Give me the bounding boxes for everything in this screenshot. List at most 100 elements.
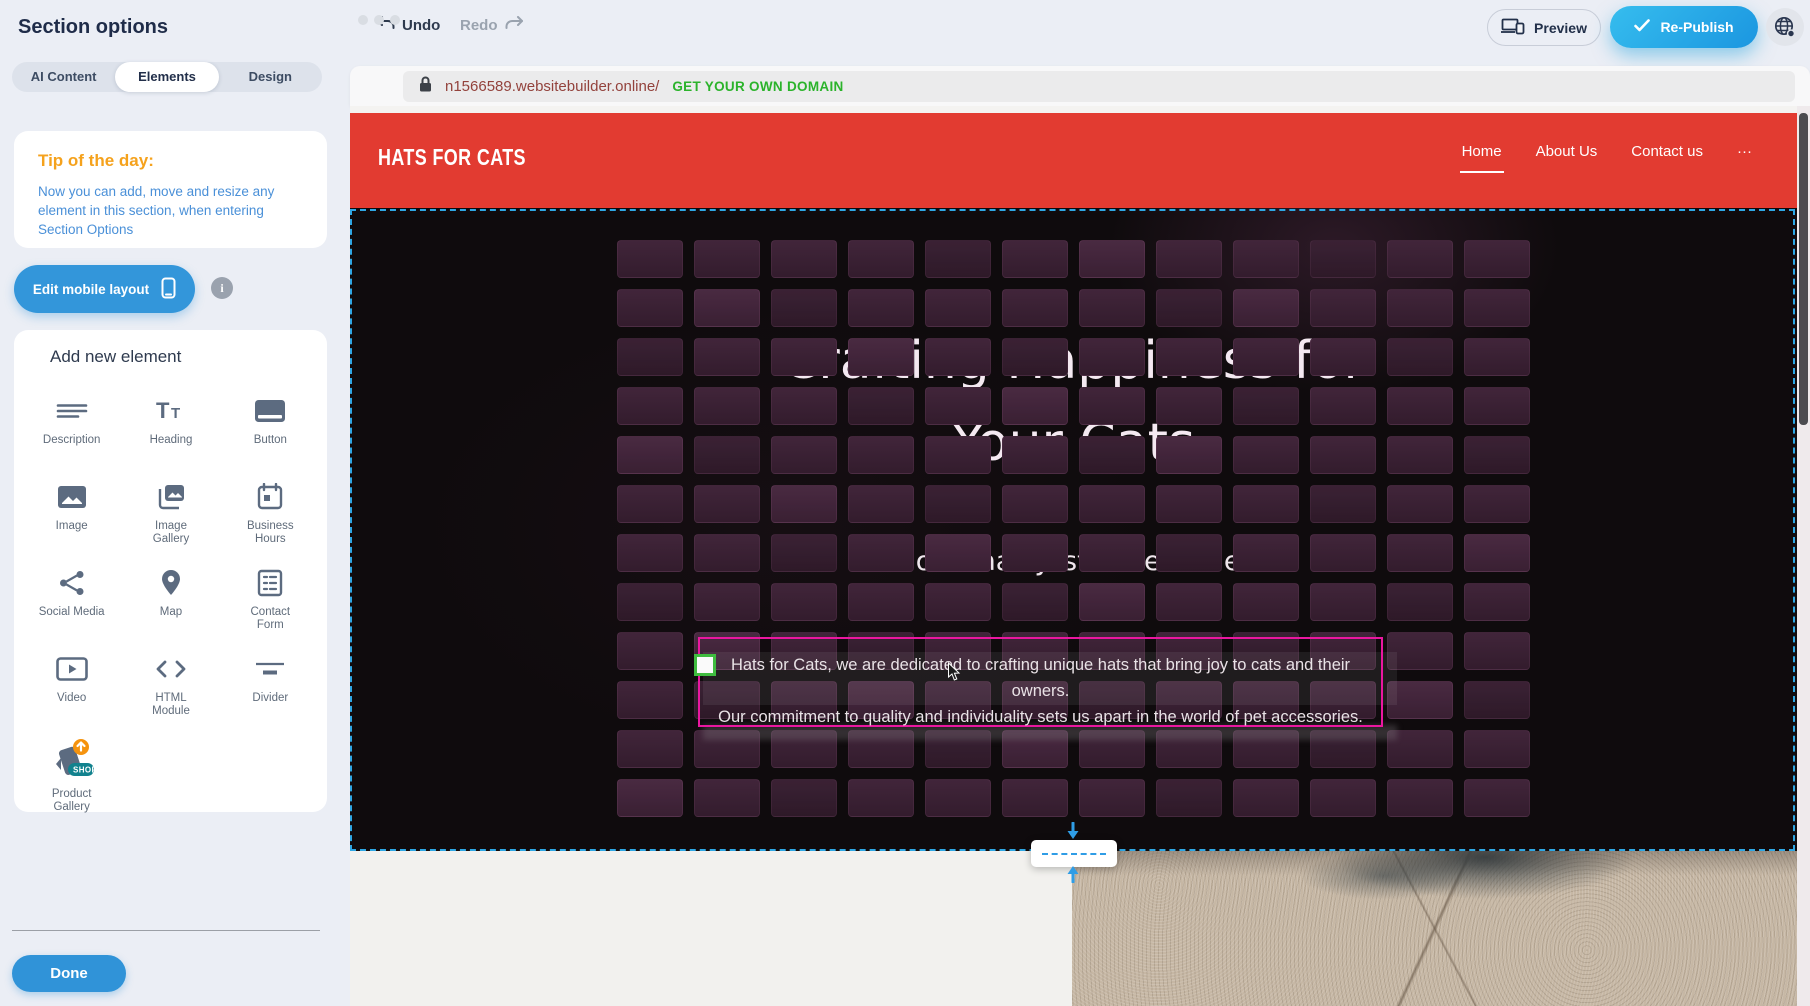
- hero-tile: [925, 240, 991, 278]
- hero-tile: [771, 779, 837, 817]
- hero-tile: [1002, 240, 1068, 278]
- add-element-social-media[interactable]: Social Media: [22, 560, 121, 646]
- hero-tile: [1464, 289, 1530, 327]
- hero-tile: [1233, 338, 1299, 376]
- video-icon: [56, 652, 88, 686]
- republish-button[interactable]: Re-Publish: [1610, 6, 1758, 48]
- add-element-heading[interactable]: TT Heading: [121, 388, 220, 474]
- add-element-business-hours[interactable]: Business Hours: [221, 474, 320, 560]
- hero-tile: [1079, 485, 1145, 523]
- preview-button[interactable]: Preview: [1487, 9, 1601, 46]
- hero-tile: [694, 387, 760, 425]
- hero-tile: [1079, 387, 1145, 425]
- address-bar: n1566589.websitebuilder.online/ GET YOUR…: [403, 71, 1795, 102]
- add-element-video[interactable]: Video: [22, 646, 121, 732]
- site-logo[interactable]: HATS FOR CATS: [378, 144, 526, 171]
- arrow-up-icon: [1065, 864, 1081, 888]
- hero-tile: [848, 534, 914, 572]
- hero-section[interactable]: Crafting Happiness for Your Cats More th…: [350, 208, 1797, 851]
- add-element-contact-form[interactable]: Contact Form: [221, 560, 320, 646]
- element-drag-handle[interactable]: [694, 654, 716, 676]
- globe-button[interactable]: [1766, 8, 1804, 46]
- hero-tile: [1464, 485, 1530, 523]
- add-element-divider[interactable]: Divider: [221, 646, 320, 732]
- globe-icon: [1773, 15, 1797, 39]
- hero-tile: [1079, 338, 1145, 376]
- tab-elements[interactable]: Elements: [115, 62, 218, 92]
- republish-label: Re-Publish: [1660, 19, 1733, 35]
- nav-more[interactable]: ···: [1737, 143, 1752, 160]
- hero-tile: [1464, 338, 1530, 376]
- site-header: HATS FOR CATS Home About Us Contact us ·…: [350, 113, 1797, 208]
- hero-tile: [1387, 240, 1453, 278]
- svg-text:SHOP: SHOP: [73, 766, 96, 775]
- tab-design[interactable]: Design: [219, 62, 322, 92]
- hero-tile: [1156, 240, 1222, 278]
- hero-tile: [694, 779, 760, 817]
- hero-tile: [1079, 779, 1145, 817]
- hero-tile: [771, 289, 837, 327]
- nav-about-us[interactable]: About Us: [1536, 143, 1598, 160]
- hero-tile: [1079, 583, 1145, 621]
- product-gallery-icon: SHOP: [48, 738, 96, 782]
- hero-tile: [1387, 485, 1453, 523]
- scrollbar-thumb[interactable]: [1799, 113, 1808, 425]
- get-domain-link[interactable]: GET YOUR OWN DOMAIN: [672, 79, 843, 94]
- hero-tile: [771, 338, 837, 376]
- add-element-button[interactable]: Button: [221, 388, 320, 474]
- hero-tile: [1387, 338, 1453, 376]
- hero-tile: [1464, 534, 1530, 572]
- add-element-title: Add new element: [50, 347, 181, 367]
- add-element-description[interactable]: Description: [22, 388, 121, 474]
- arrow-down-icon: [1065, 822, 1081, 846]
- hero-tile: [617, 534, 683, 572]
- hero-tile: [925, 436, 991, 474]
- app-window: Section options Undo Redo Preview Re-Pub…: [0, 0, 1810, 1006]
- hero-tile: [771, 583, 837, 621]
- hero-tile: [848, 338, 914, 376]
- window-dot-2: [374, 15, 384, 25]
- hero-tile: [1079, 436, 1145, 474]
- hero-tile: [848, 485, 914, 523]
- hero-tile: [694, 289, 760, 327]
- description-icon: [56, 394, 88, 428]
- hero-tile: [1464, 632, 1530, 670]
- add-element-html-module[interactable]: HTML Module: [121, 646, 220, 732]
- hero-tile: [1310, 338, 1376, 376]
- hero-tile: [1233, 387, 1299, 425]
- selected-text-element[interactable]: Hats for Cats, we are dedicated to craft…: [698, 637, 1383, 727]
- hero-tile: [848, 583, 914, 621]
- add-element-product-gallery[interactable]: SHOP Product Gallery: [22, 732, 121, 818]
- redo-icon: [505, 16, 524, 34]
- window-dot-1: [358, 15, 368, 25]
- hero-tile: [617, 289, 683, 327]
- hero-tile: [1233, 436, 1299, 474]
- hero-tile: [925, 485, 991, 523]
- hero-tile: [1464, 730, 1530, 768]
- hero-tile: [1156, 387, 1222, 425]
- hero-tile: [848, 779, 914, 817]
- redo-button[interactable]: Redo: [456, 14, 528, 36]
- tip-body: Now you can add, move and resize any ele…: [38, 182, 306, 239]
- hero-tile: [1464, 681, 1530, 719]
- add-element-image-gallery[interactable]: Image Gallery: [121, 474, 220, 560]
- hero-tile: [1002, 387, 1068, 425]
- edit-mobile-label: Edit mobile layout: [33, 282, 149, 297]
- edit-mobile-layout-button[interactable]: Edit mobile layout: [14, 265, 195, 313]
- hero-tile: [1233, 534, 1299, 572]
- done-button[interactable]: Done: [12, 955, 126, 992]
- hero-tile: [617, 436, 683, 474]
- tab-ai-content[interactable]: AI Content: [12, 62, 115, 92]
- hero-tile: [848, 289, 914, 327]
- hero-tile: [1156, 534, 1222, 572]
- hero-tile: [1387, 779, 1453, 817]
- add-element-map[interactable]: Map: [121, 560, 220, 646]
- hero-tile: [1310, 240, 1376, 278]
- nav-home[interactable]: Home: [1462, 143, 1502, 160]
- hero-tile: [848, 387, 914, 425]
- hero-tile: [848, 436, 914, 474]
- add-element-image[interactable]: Image: [22, 474, 121, 560]
- info-icon[interactable]: i: [211, 277, 233, 299]
- hero-tile: [1310, 534, 1376, 572]
- nav-contact-us[interactable]: Contact us: [1631, 143, 1703, 160]
